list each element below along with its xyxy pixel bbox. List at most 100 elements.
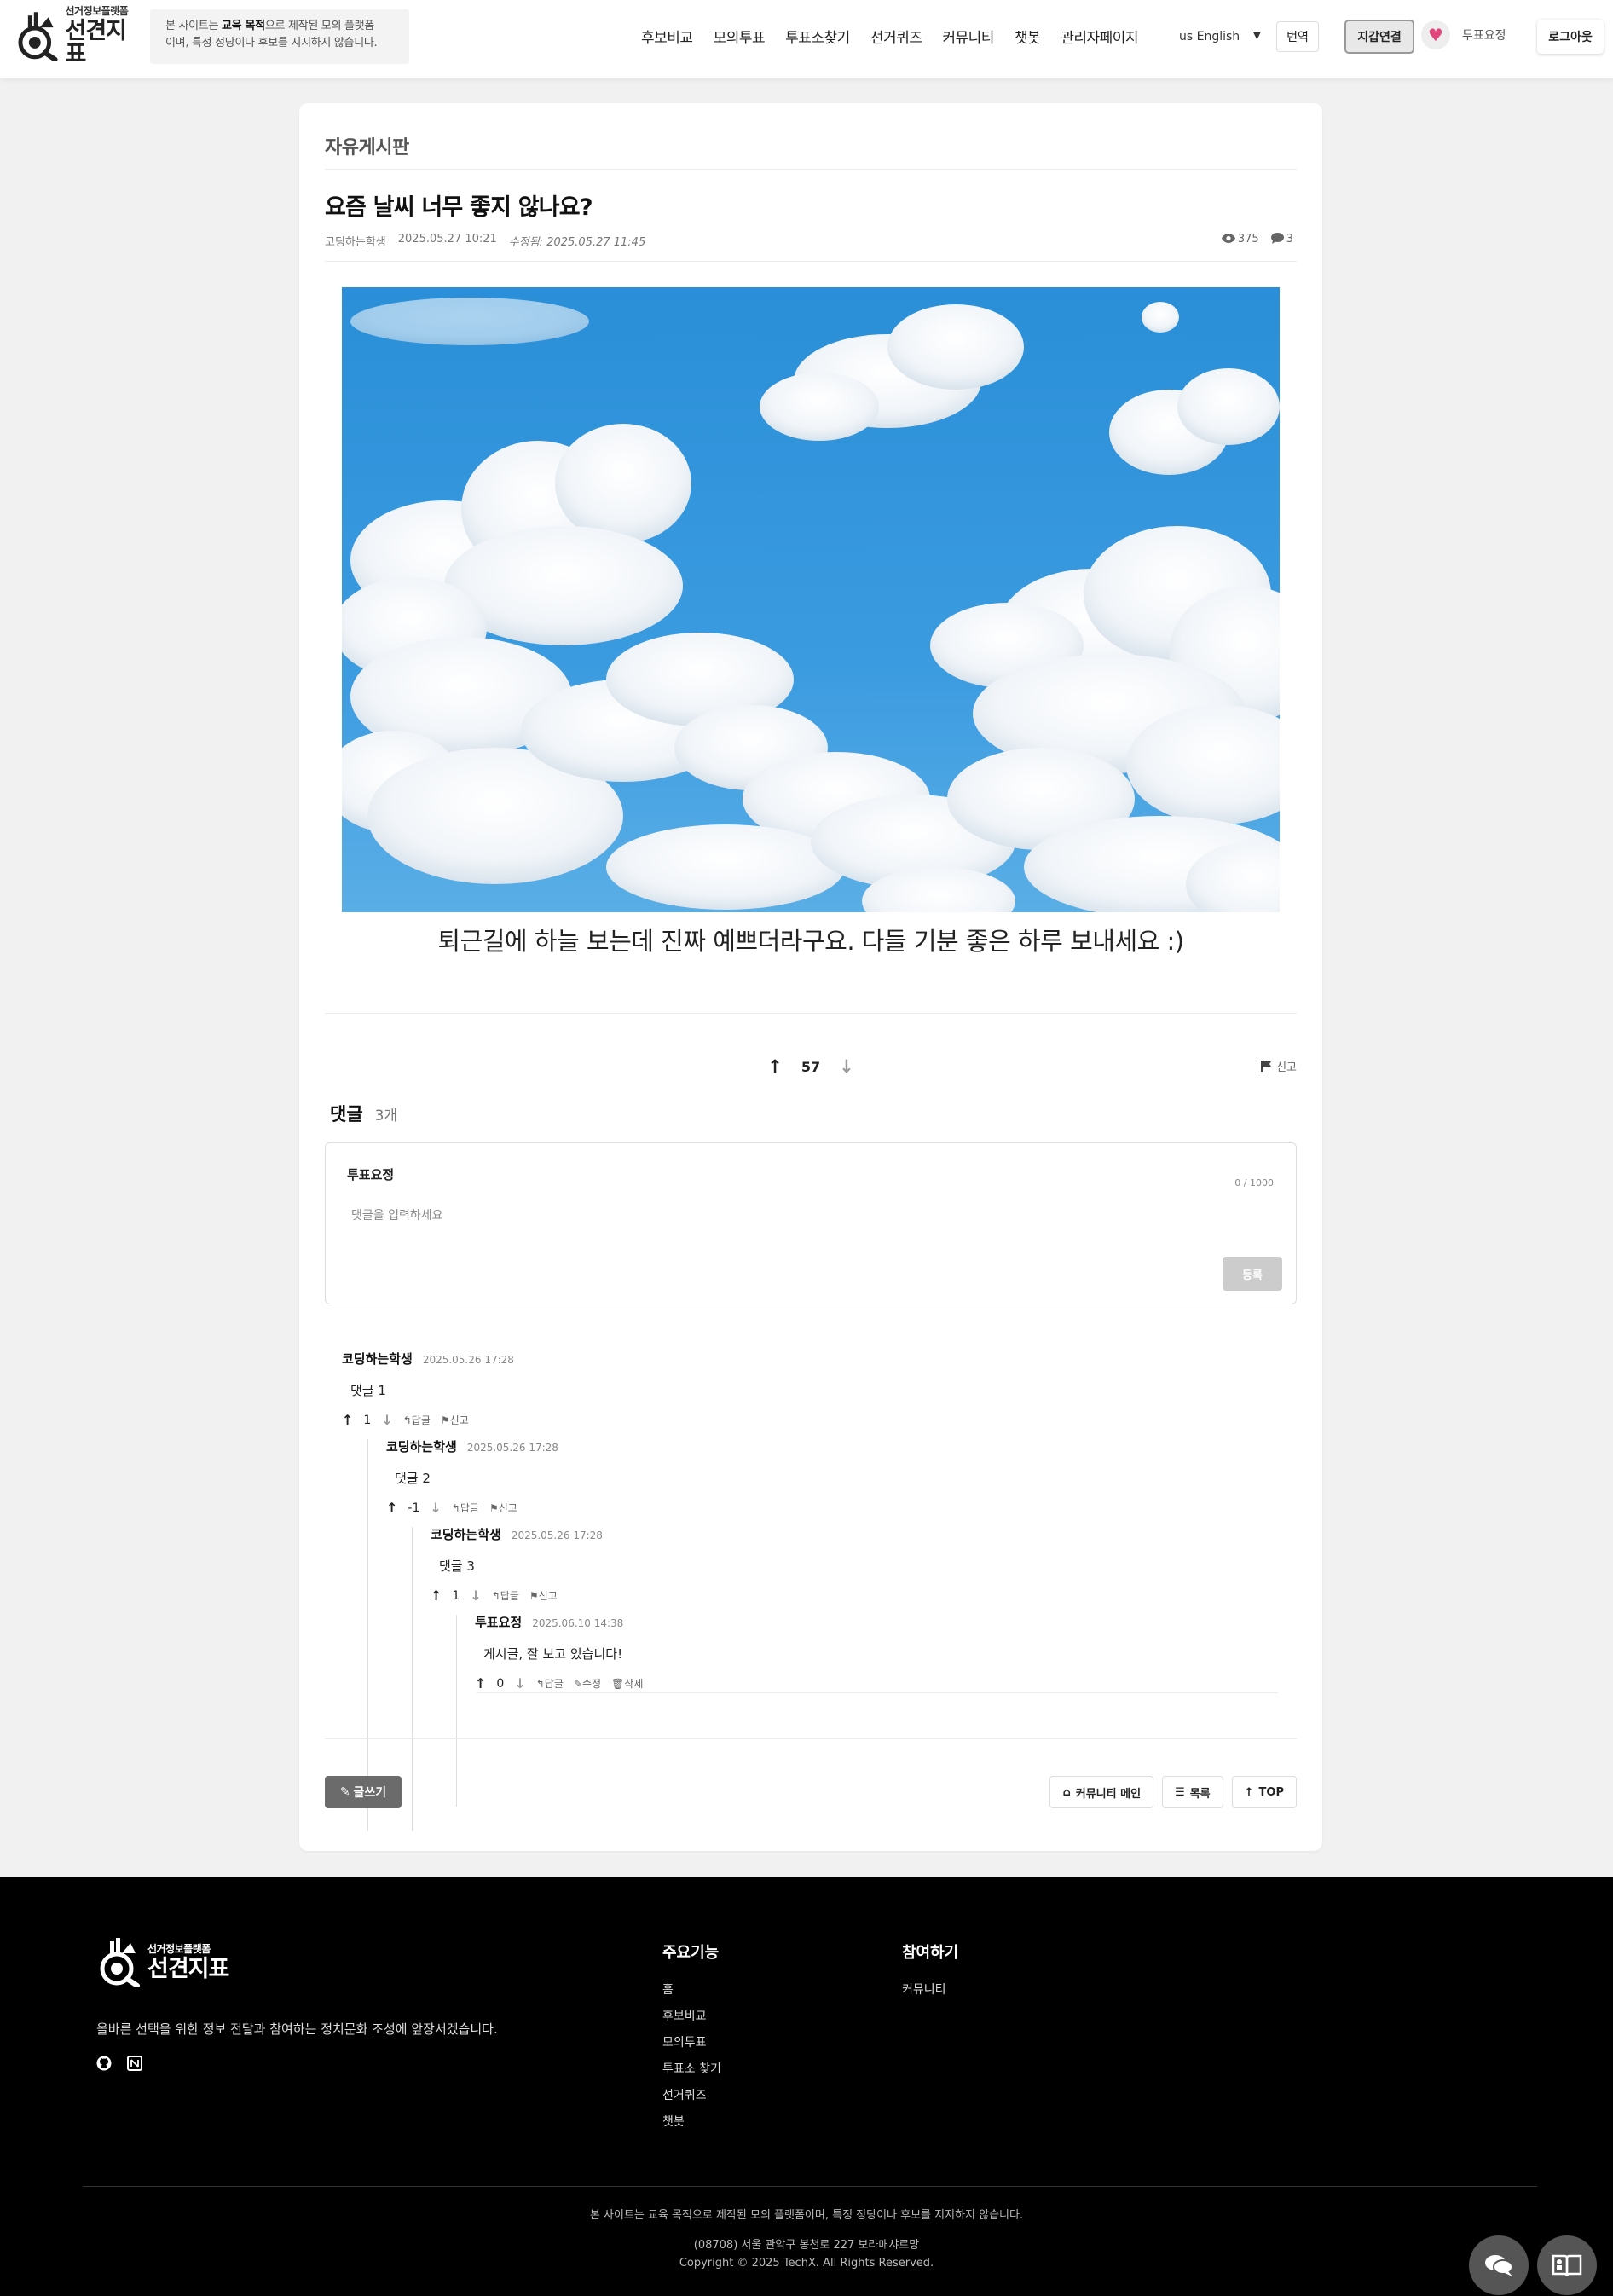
comment-reply-button[interactable]: ↰답글 xyxy=(536,1676,564,1691)
comment-delete-button[interactable]: 🗑삭제 xyxy=(611,1676,643,1691)
comment-upvote-icon[interactable]: ↑ xyxy=(475,1675,486,1692)
post-report-button[interactable]: 신고 xyxy=(1261,1058,1297,1074)
nav-candidate-compare[interactable]: 후보비교 xyxy=(641,26,693,47)
logo-subtitle: 선거정보플랫폼 xyxy=(65,5,129,17)
top-label: TOP xyxy=(1258,1785,1284,1799)
delete-label: 삭제 xyxy=(624,1678,644,1690)
flag-icon: ⚑ xyxy=(529,1590,539,1602)
site-logo[interactable]: 선거정보플랫폼 선견지표 xyxy=(14,6,146,66)
nav-mock-vote[interactable]: 모의투표 xyxy=(714,26,766,47)
comments-count: 3 xyxy=(1286,233,1293,246)
comment-report-button[interactable]: ⚑신고 xyxy=(489,1501,517,1515)
comment-reply-button[interactable]: ↰답글 xyxy=(492,1588,519,1603)
comments-stat: 3 xyxy=(1270,233,1293,246)
notice-bold: 교육 목적 xyxy=(221,20,265,32)
language-value: us English xyxy=(1179,30,1240,43)
top-button[interactable]: ↑ TOP xyxy=(1231,1776,1297,1808)
footer-link-polling-place[interactable]: 투표소 찾기 xyxy=(662,2062,721,2076)
comment-reply-button[interactable]: ↰답글 xyxy=(403,1413,431,1427)
footer-main-features: 주요기능 홈 후보비교 모의투표 투표소 찾기 선거퀴즈 챗봇 xyxy=(662,1940,721,2142)
comment-actions: ↑ 1 ↓ ↰답글 ⚑신고 xyxy=(431,1588,603,1604)
footer-social xyxy=(96,2056,142,2075)
footer-logo-subtitle: 선거정보플랫폼 xyxy=(147,1942,211,1955)
reply-label: 답글 xyxy=(460,1502,479,1514)
views-count: 375 xyxy=(1237,233,1259,246)
nav-polling-place[interactable]: 투표소찾기 xyxy=(785,26,850,47)
comment-author[interactable]: 코딩하는학생 xyxy=(431,1527,501,1542)
divider xyxy=(325,169,1297,170)
footer-divider xyxy=(83,2186,1537,2187)
post-title: 요즘 날씨 너무 좋지 않나요? xyxy=(325,194,593,221)
views-stat: 375 xyxy=(1221,233,1259,246)
footer-disclaimer: 본 사이트는 교육 목적으로 제작된 모의 플랫폼이며, 특정 정당이나 후보를… xyxy=(589,2209,1024,2222)
divider xyxy=(477,1692,1278,1693)
upvote-arrow-icon[interactable]: ↑ xyxy=(767,1056,783,1077)
char-counter: 0 / 1000 xyxy=(1234,1177,1274,1188)
wallet-connect-button[interactable]: 지갑연결 xyxy=(1344,20,1414,54)
comment-report-button[interactable]: ⚑신고 xyxy=(529,1588,558,1603)
comment-votes: -1 xyxy=(408,1501,420,1515)
nav-chatbot[interactable]: 챗봇 xyxy=(1015,26,1041,47)
post-stats: 375 3 xyxy=(1221,233,1293,246)
footer-link-chatbot[interactable]: 챗봇 xyxy=(662,2115,721,2129)
footer-logo-title: 선견지표 xyxy=(147,1955,229,1982)
comment-author[interactable]: 코딩하는학생 xyxy=(386,1439,457,1455)
report-label: 신고 xyxy=(449,1414,469,1426)
logo-title: 선견지표 xyxy=(65,18,127,67)
list-button[interactable]: ☰ 목록 xyxy=(1162,1776,1223,1808)
comment-author[interactable]: 코딩하는학생 xyxy=(342,1351,413,1367)
footer-participate: 참여하기 커뮤니티 xyxy=(902,1940,958,2010)
comment-input[interactable]: 댓글을 입력하세요 xyxy=(351,1206,443,1223)
comment-report-button[interactable]: ⚑신고 xyxy=(441,1413,469,1427)
comment-actions: ↑ 1 ↓ ↰답글 ⚑신고 xyxy=(342,1412,514,1428)
book-icon xyxy=(1552,2254,1582,2277)
comment-downvote-icon[interactable]: ↓ xyxy=(514,1675,525,1692)
comment-downvote-icon[interactable]: ↓ xyxy=(381,1412,392,1428)
comment-upvote-icon[interactable]: ↑ xyxy=(386,1500,397,1516)
post-author[interactable]: 코딩하는학생 xyxy=(325,233,386,249)
sky-clouds-image xyxy=(342,287,1280,912)
flag-icon: ⚑ xyxy=(489,1502,499,1514)
chat-icon xyxy=(1485,2255,1513,2276)
chat-fab-button[interactable] xyxy=(1469,2235,1529,2295)
nav-admin[interactable]: 관리자페이지 xyxy=(1061,26,1138,47)
reply-icon: ↰ xyxy=(535,1678,545,1690)
user-profile[interactable]: ♥ 투표요정 xyxy=(1421,20,1506,49)
logout-button[interactable]: 로그아웃 xyxy=(1537,20,1604,54)
post-vote-row: ↑ 57 ↓ 신고 xyxy=(325,1038,1297,1097)
comment-submit-button[interactable]: 등록 xyxy=(1223,1257,1282,1291)
reply-label: 답글 xyxy=(500,1590,519,1602)
footer-link-mock-vote[interactable]: 모의투표 xyxy=(662,2036,721,2050)
community-main-button[interactable]: ⌂ 커뮤니티 메인 xyxy=(1049,1776,1154,1808)
report-label: 신고 xyxy=(1276,1061,1297,1074)
post-created: 2025.05.27 10:21 xyxy=(397,233,497,246)
post-action-bar: ✎ 글쓰기 ⌂ 커뮤니티 메인 ☰ 목록 ↑ TOP xyxy=(325,1774,1297,1812)
translate-button[interactable]: 번역 xyxy=(1276,21,1319,52)
nav-election-quiz[interactable]: 선거퀴즈 xyxy=(870,26,922,47)
nav-buttons: ⌂ 커뮤니티 메인 ☰ 목록 ↑ TOP xyxy=(1049,1776,1297,1808)
write-post-button[interactable]: ✎ 글쓰기 xyxy=(325,1776,402,1808)
guide-fab-button[interactable] xyxy=(1537,2235,1597,2295)
github-icon[interactable] xyxy=(96,2056,112,2075)
comment-reply-button[interactable]: ↰답글 xyxy=(452,1501,479,1515)
notion-icon[interactable] xyxy=(127,2056,142,2075)
language-select[interactable]: us English ▼ xyxy=(1172,22,1268,51)
comment-downvote-icon[interactable]: ↓ xyxy=(470,1588,481,1604)
comments-count-label: 3개 xyxy=(374,1108,398,1125)
footer-link-home[interactable]: 홈 xyxy=(662,1983,721,1997)
comment-form: 투표요정 0 / 1000 댓글을 입력하세요 등록 xyxy=(325,1142,1297,1304)
footer-link-candidate-compare[interactable]: 후보비교 xyxy=(662,2010,721,2023)
nav-community[interactable]: 커뮤니티 xyxy=(942,26,994,47)
vote-controls: ↑ 57 ↓ xyxy=(325,1056,1297,1077)
comment-upvote-icon[interactable]: ↑ xyxy=(431,1588,442,1604)
footer-link-community[interactable]: 커뮤니티 xyxy=(902,1983,958,1997)
arrow-up-icon: ↑ xyxy=(1244,1785,1254,1799)
footer-link-quiz[interactable]: 선거퀴즈 xyxy=(662,2089,721,2102)
sky-image-svg xyxy=(342,287,1280,912)
comment-upvote-icon[interactable]: ↑ xyxy=(342,1412,353,1428)
comment-author[interactable]: 투표요정 xyxy=(475,1615,522,1630)
comment-downvote-icon[interactable]: ↓ xyxy=(430,1500,441,1516)
footer-logo[interactable]: 선거정보플랫폼 선견지표 xyxy=(96,1936,229,1987)
downvote-arrow-icon[interactable]: ↓ xyxy=(839,1056,854,1077)
comment-edit-button[interactable]: ✎수정 xyxy=(574,1676,601,1691)
